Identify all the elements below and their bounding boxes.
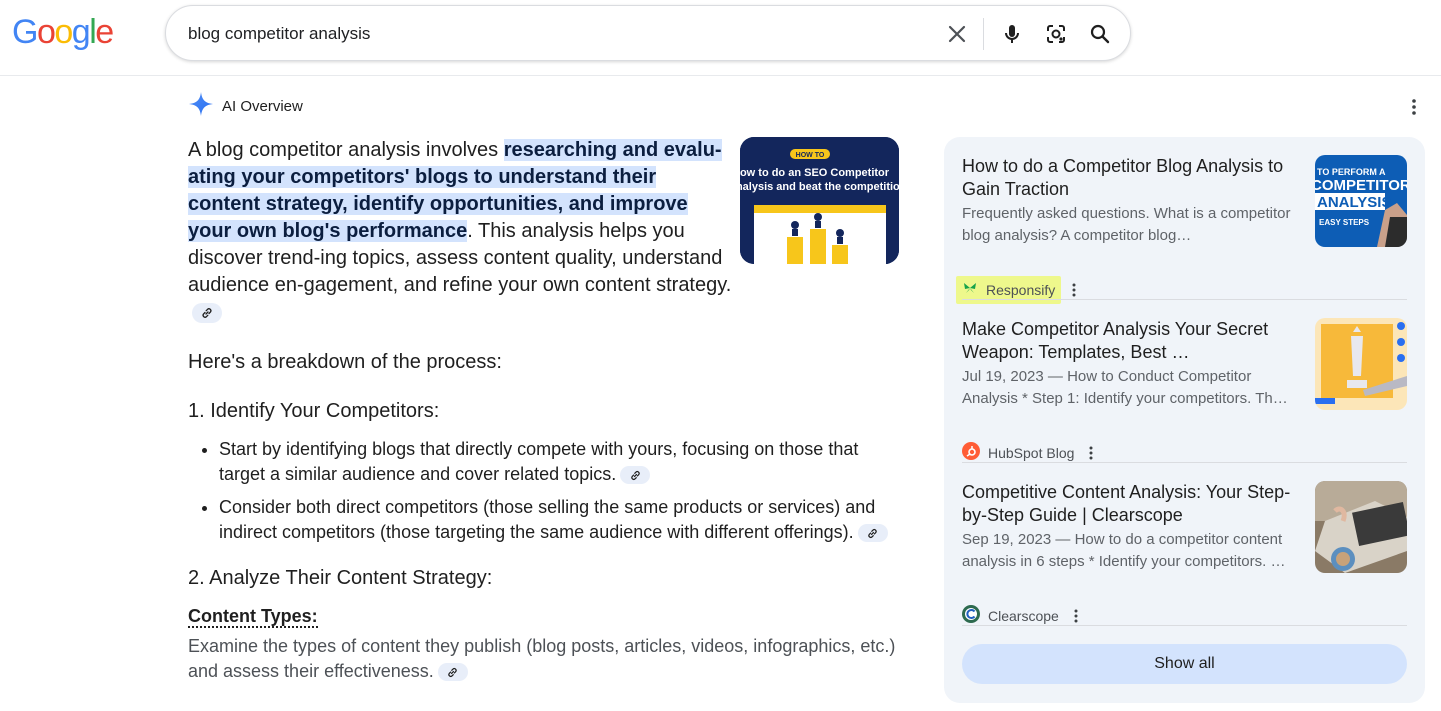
source-card[interactable]: How to do a Competitor Blog Analysis to …: [956, 155, 1407, 304]
source-thumbnail[interactable]: [1315, 481, 1407, 573]
logo-letter: e: [95, 13, 114, 51]
show-all-button[interactable]: Show all: [962, 644, 1407, 684]
search-icon[interactable]: [1088, 22, 1112, 46]
google-logo[interactable]: Google: [12, 12, 114, 52]
search-box: [165, 5, 1131, 61]
divider: [962, 299, 1407, 300]
ai-overview-title: AI Overview: [222, 97, 303, 115]
citation-link-icon[interactable]: [620, 466, 651, 485]
source-snippet: Frequently asked questions. What is a co…: [962, 205, 1291, 244]
image-line1: How to do an SEO Competitor: [740, 167, 890, 179]
search-header: Google: [0, 0, 1441, 76]
step1-list: Start by identifying blogs that directly…: [188, 437, 903, 545]
bullet-text: Start by identifying blogs that directly…: [219, 439, 859, 484]
search-divider: [983, 18, 984, 50]
logo-letter: o: [36, 13, 56, 51]
thumb-text: EASY STEPS: [1319, 218, 1370, 227]
source-card[interactable]: Make Competitor Analysis Your Secret Wea…: [962, 318, 1407, 461]
thumb-text: ANALYSIS: [1317, 194, 1391, 211]
logo-letter: g: [71, 13, 91, 51]
content-types-heading[interactable]: Content Types:: [188, 606, 318, 628]
source-card[interactable]: Competitive Content Analysis: Your Step-…: [962, 481, 1407, 624]
source-snippet: Jul 19, 2023 — How to Conduct Competitor…: [962, 368, 1288, 407]
responsify-icon: [962, 280, 978, 301]
citation-link-icon[interactable]: [857, 524, 888, 543]
intro-prefix: A blog competitor analysis involves: [188, 139, 504, 161]
bullet-text: Consider both direct competitors (those …: [219, 497, 876, 542]
ai-overview-header: AI Overview: [188, 91, 303, 122]
citation-link-icon[interactable]: [437, 663, 468, 682]
sources-panel: How to do a Competitor Blog Analysis to …: [944, 137, 1425, 703]
content-types-text: Examine the types of content they publis…: [188, 634, 903, 684]
divider: [962, 462, 1407, 463]
source-thumbnail[interactable]: [1315, 318, 1407, 410]
close-icon[interactable]: [945, 22, 969, 46]
source-thumbnail[interactable]: TO PERFORM A COMPETITOR ANALYSIS EASY ST…: [1315, 155, 1407, 247]
microphone-icon[interactable]: [1000, 22, 1024, 46]
thumb-text: TO PERFORM A: [1317, 167, 1386, 177]
source-name: Responsify: [986, 282, 1056, 298]
image-badge-text: HOW TO: [796, 152, 825, 159]
source-title[interactable]: Make Competitor Analysis Your Secret Wea…: [962, 318, 1302, 364]
overview-image[interactable]: HOW TO How to do an SEO Competitor Analy…: [740, 137, 899, 264]
divider: [962, 625, 1407, 626]
logo-letter: G: [12, 13, 38, 51]
source-name: Clearscope: [988, 608, 1059, 624]
sparkle-icon: [188, 91, 214, 122]
search-input[interactable]: [188, 22, 888, 46]
content-types-body: Examine the types of content they publis…: [188, 636, 896, 681]
source-snippet: Sep 19, 2023 — How to do a competitor co…: [962, 531, 1286, 570]
citation-link-icon[interactable]: [192, 302, 222, 323]
lens-icon[interactable]: [1044, 22, 1068, 46]
intro-paragraph: A blog competitor analysis involves rese…: [188, 137, 733, 326]
thumb-text: COMPETITOR: [1315, 177, 1407, 194]
more-options-icon[interactable]: [1404, 97, 1424, 117]
source-name: HubSpot Blog: [988, 445, 1075, 461]
source-title[interactable]: Competitive Content Analysis: Your Step-…: [962, 481, 1302, 527]
logo-letter: o: [54, 13, 73, 51]
image-line2: Analysis and beat the competition: [740, 181, 899, 193]
list-item: Consider both direct competitors (those …: [219, 495, 903, 545]
source-title[interactable]: How to do a Competitor Blog Analysis to …: [962, 155, 1302, 201]
step1-heading: 1. Identify Your Competitors:: [188, 400, 440, 422]
breakdown-heading: Here's a breakdown of the process:: [188, 351, 502, 373]
step2-heading: 2. Analyze Their Content Strategy:: [188, 567, 493, 589]
list-item: Start by identifying blogs that directly…: [219, 437, 903, 487]
